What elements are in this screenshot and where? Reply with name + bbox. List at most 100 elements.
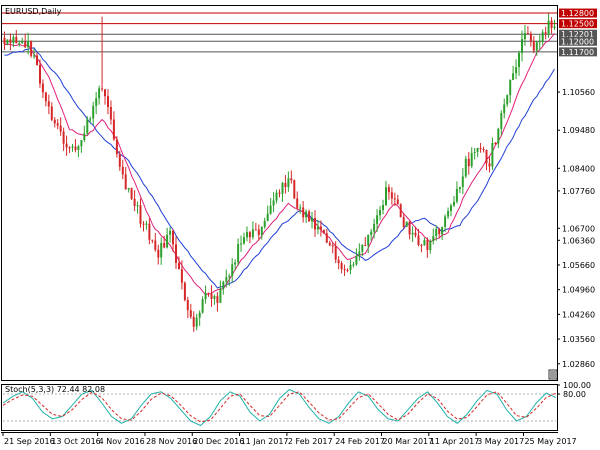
time-tick-label: 25 May 2017 [524, 437, 576, 446]
candle-body [299, 207, 302, 209]
candle-body [47, 101, 50, 107]
candle-body [192, 316, 195, 327]
candle-body [429, 241, 432, 250]
candle-body [248, 232, 251, 238]
candle [464, 155, 467, 179]
candle-body [98, 88, 101, 99]
candle-body [467, 158, 470, 167]
candle-body [41, 83, 44, 93]
candle-body [408, 221, 411, 235]
price-tag[interactable]: 1.12800 [559, 8, 597, 19]
price-tag-label: 1.12000 [561, 37, 594, 46]
price-tick-label: 1.05660 [562, 261, 595, 270]
candle-body [15, 36, 18, 44]
candle-body [420, 244, 423, 246]
candle-body [535, 42, 538, 51]
candle-body [266, 213, 269, 221]
price-tick-label: 1.10560 [562, 88, 595, 97]
candle-body [547, 20, 550, 35]
candle-body [207, 292, 210, 294]
candle-body [529, 33, 532, 42]
indicator-title: Stoch(5,3,3) 72.44 82.08 [5, 385, 105, 394]
candle-body [201, 299, 204, 313]
candle [183, 281, 186, 302]
candle-body [198, 312, 201, 318]
price-tick-label: 1.04260 [562, 310, 595, 319]
candle-body [302, 207, 305, 218]
candle-body [411, 232, 414, 235]
candle-body [334, 245, 337, 260]
price-tick-label: 1.06360 [562, 236, 595, 245]
candle-body [278, 192, 281, 194]
candle-body [145, 223, 148, 225]
candle-body [71, 146, 74, 148]
candle-body [124, 174, 127, 190]
candle-body [405, 221, 408, 227]
candle-body [470, 152, 473, 167]
candle-body [251, 229, 254, 238]
candle-body [352, 264, 355, 266]
candle-body [139, 205, 142, 224]
candle-body [228, 276, 231, 278]
candle-body [231, 264, 234, 277]
time-tick-label: 3 May 2017 [477, 437, 524, 446]
candle-body [293, 180, 296, 199]
candle-body [358, 251, 361, 257]
candle-body [195, 317, 198, 327]
candle-body [133, 198, 136, 206]
price-tag-label: 1.11700 [561, 48, 594, 57]
candle [405, 221, 408, 227]
candle-body [373, 223, 376, 232]
candle-body [423, 240, 426, 246]
candle-body [104, 89, 106, 97]
candle-body [254, 229, 257, 231]
candle-body [210, 294, 213, 299]
candle-body [361, 245, 364, 252]
price-tag[interactable]: 1.12500 [559, 19, 597, 29]
price-tick-label: 1.07760 [562, 187, 595, 196]
candle-body [157, 249, 160, 258]
candle-body [92, 105, 95, 119]
candle-body [453, 201, 455, 206]
candle-body [287, 178, 290, 188]
candle-body [83, 133, 86, 140]
candle-body [225, 277, 228, 282]
candle [30, 40, 33, 58]
candle-body [107, 96, 109, 107]
candle-body [59, 125, 62, 132]
candle-body [322, 229, 325, 234]
candle-body [39, 65, 41, 84]
price-level-tags: 1.128001.125001.122011.120001.11700 [559, 8, 597, 57]
candle-body [544, 32, 547, 35]
candle-body [346, 269, 349, 271]
candle-body [500, 113, 503, 129]
candle-body [444, 216, 447, 227]
chart-canvas[interactable]: 1.10560 1.09480 1.08400 1.07760 1.06700 1.063… [0, 0, 600, 450]
candle-body [68, 147, 71, 149]
price-tick-label: 1.04960 [562, 286, 595, 295]
candle-body [21, 41, 24, 44]
candle-body [121, 166, 124, 175]
price-tag-label: 1.12800 [561, 9, 594, 18]
candle-body [56, 123, 59, 126]
candle-body [109, 107, 112, 120]
chart-shift-icon[interactable] [548, 369, 558, 380]
time-tick-label: 11 Apr 2017 [430, 437, 479, 446]
stoch-tick-label: 100.00 [563, 381, 591, 390]
candle-body [296, 198, 299, 208]
price-tag[interactable]: 1.12000 [559, 36, 597, 47]
price-tag[interactable]: 1.11700 [559, 47, 597, 57]
candle-body [95, 98, 98, 106]
candle-body [376, 215, 379, 224]
candle-body [512, 73, 515, 80]
background [0, 0, 600, 450]
candle-body [476, 148, 479, 152]
candle-body [148, 223, 151, 240]
chart-window[interactable]: 1.10560 1.09480 1.08400 1.07760 1.06700 1.063… [0, 0, 600, 450]
candle-body [382, 205, 384, 210]
candle [130, 187, 133, 201]
candle-body [458, 187, 461, 189]
candle-body [24, 41, 27, 48]
candle [399, 203, 402, 218]
candle-body [284, 182, 287, 187]
